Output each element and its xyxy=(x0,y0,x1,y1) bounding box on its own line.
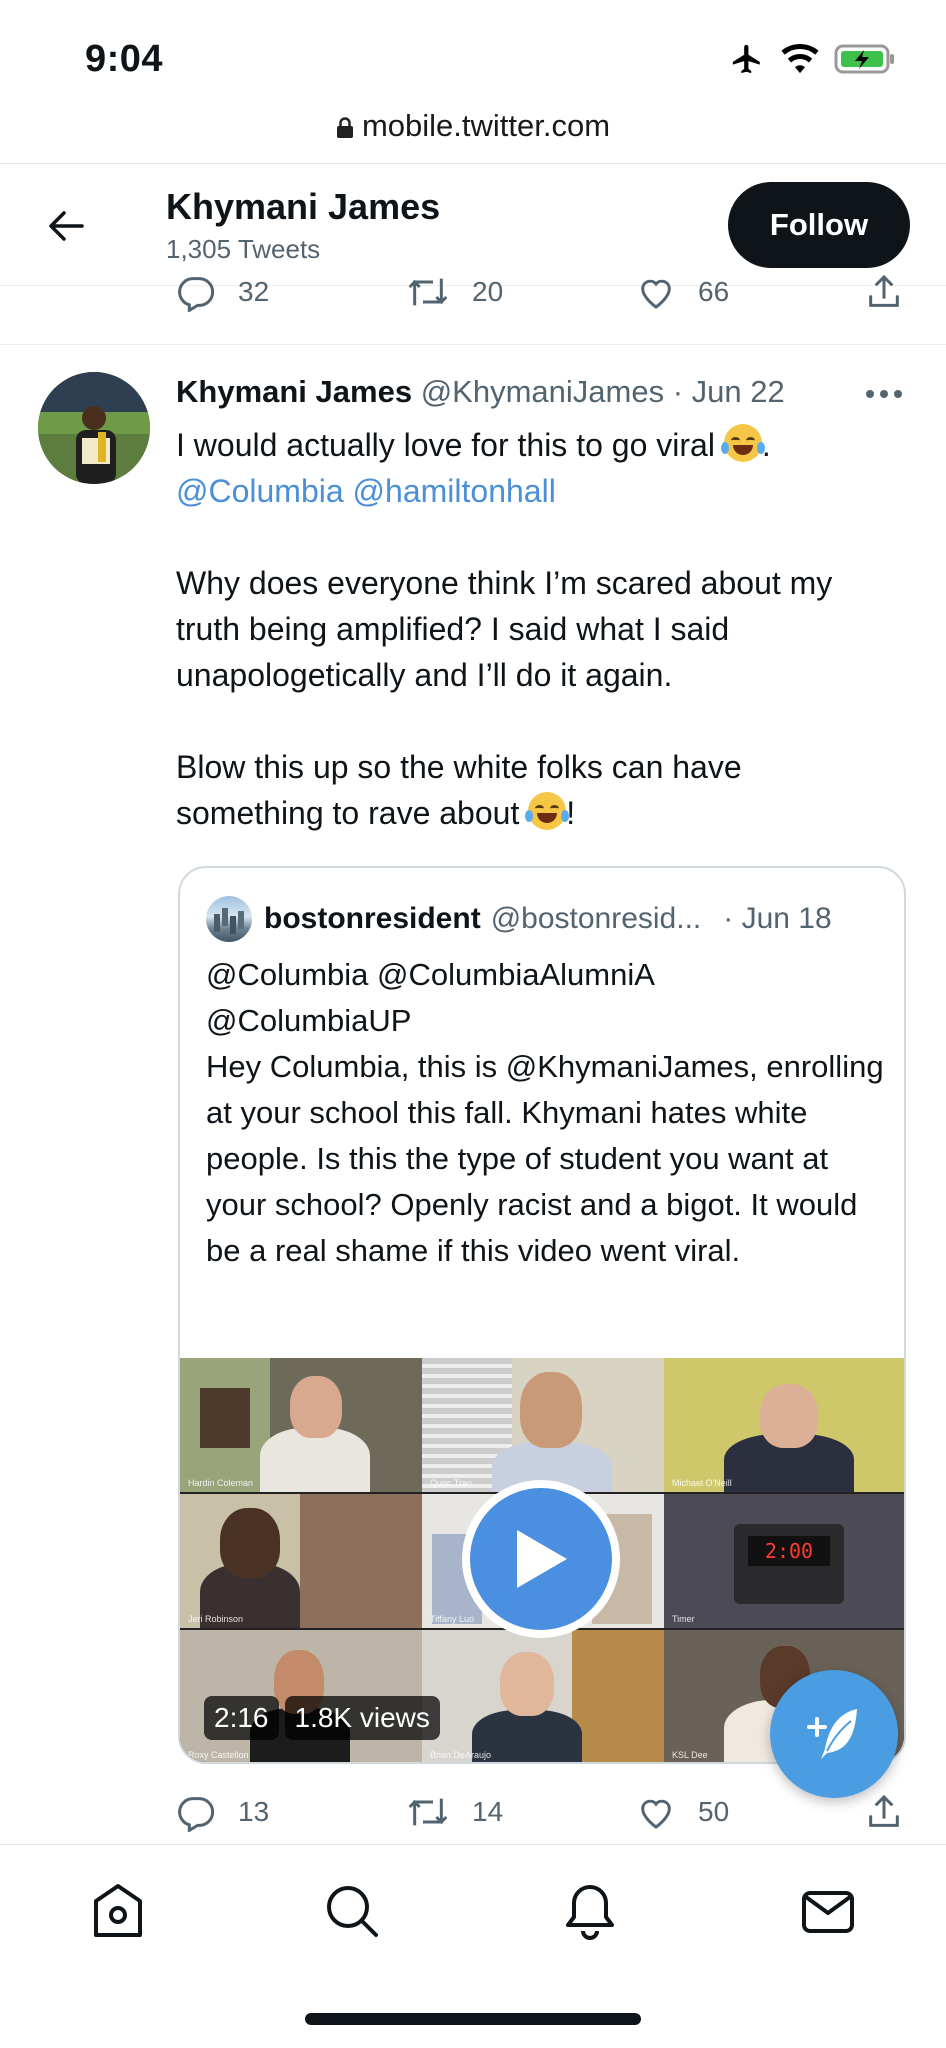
url-text: mobile.twitter.com xyxy=(361,108,611,143)
video-tile: Quoc Tran xyxy=(422,1358,664,1492)
reply-count: 32 xyxy=(238,276,270,307)
avatar-photo xyxy=(38,372,150,484)
back-arrow-icon[interactable] xyxy=(44,204,88,248)
bottom-navigation xyxy=(0,1844,946,2048)
participant-label: Timer xyxy=(672,1614,695,1624)
quoted-body: Hey Columbia, this is @KhymaniJames, enr… xyxy=(206,1049,884,1268)
author-avatar[interactable] xyxy=(38,372,150,484)
tweet-actions: 13 14 50 xyxy=(176,1792,906,1840)
home-indicator[interactable] xyxy=(305,2013,641,2025)
video-tile: Brian DeAraujo xyxy=(422,1630,664,1762)
play-icon xyxy=(517,1530,567,1588)
airplane-mode-icon xyxy=(732,44,760,74)
retweet-icon xyxy=(408,278,448,306)
reply-icon xyxy=(178,277,215,312)
notifications-icon[interactable] xyxy=(560,1881,620,1941)
participant-label: Jeri Robinson xyxy=(188,1614,244,1624)
more-icon[interactable] xyxy=(864,384,904,404)
share-icon xyxy=(869,274,899,307)
messages-icon[interactable] xyxy=(798,1881,858,1941)
video-duration: 2:16 xyxy=(204,1696,279,1740)
quoted-mentions-line-1: @Columbia @ColumbiaAlumniA xyxy=(206,957,655,992)
status-icons xyxy=(728,42,896,76)
quoted-tweet-card[interactable]: bostonresident @bostonresid... · Jun 18 … xyxy=(178,866,906,1764)
retweet-count: 14 xyxy=(472,1796,504,1827)
video-tile: Jeri Robinson xyxy=(180,1494,422,1628)
share-button[interactable] xyxy=(864,1792,926,1832)
quoted-tweet-header: bostonresident @bostonresid... · Jun 18 xyxy=(206,896,832,942)
quoted-tweet-text: @Columbia @ColumbiaAlumniA @ColumbiaUP H… xyxy=(206,952,886,1274)
wifi-icon xyxy=(781,44,819,74)
compose-icon xyxy=(807,1709,857,1759)
share-button[interactable] xyxy=(864,272,926,312)
participant-label: Tiffany Luo xyxy=(430,1614,475,1624)
tweet-header: Khymani James @KhymaniJames · Jun 22 xyxy=(176,374,785,410)
participant-label: Michael O'Neill xyxy=(672,1478,732,1488)
participant-label: Quoc Tran xyxy=(430,1478,473,1488)
tweet-author-name[interactable]: Khymani James xyxy=(176,374,412,409)
home-icon[interactable] xyxy=(88,1881,148,1941)
prev-tweet-actions: 32 20 66 xyxy=(176,272,906,320)
share-icon xyxy=(869,1794,899,1827)
play-button[interactable] xyxy=(462,1480,620,1638)
lock-icon xyxy=(336,117,353,138)
retweet-button[interactable]: 20 xyxy=(406,272,503,312)
tweet-divider xyxy=(0,344,946,345)
like-count: 50 xyxy=(698,1796,730,1827)
video-tile: Michael O'Neill xyxy=(664,1358,904,1492)
mention-columbia[interactable]: @Columbia xyxy=(176,473,344,509)
quoted-author-avatar xyxy=(206,896,252,942)
reply-icon xyxy=(178,1797,215,1832)
quoted-tweet-date: · Jun 18 xyxy=(723,902,832,935)
compose-tweet-button[interactable] xyxy=(770,1670,898,1798)
reply-count: 13 xyxy=(238,1796,270,1827)
profile-header: Khymani James 1,305 Tweets Follow xyxy=(0,163,946,286)
tears-of-joy-emoji-icon xyxy=(720,424,765,462)
tweet-paragraph-2: Why does everyone think I’m scared about… xyxy=(176,565,833,693)
video-meta: 2:16 1.8K views xyxy=(204,1696,440,1740)
participant-label: Roxy Castellon xyxy=(188,1750,249,1760)
participant-label: KSL Dee xyxy=(672,1750,708,1760)
like-icon xyxy=(641,1799,671,1829)
header-tweet-count: 1,305 Tweets xyxy=(166,234,321,264)
browser-url-bar[interactable]: mobile.twitter.com xyxy=(0,108,946,144)
tweet-text: I would actually love for this to go vir… xyxy=(176,422,896,836)
status-time: 9:04 xyxy=(85,38,164,80)
reply-button[interactable]: 32 xyxy=(176,272,269,312)
search-icon[interactable] xyxy=(322,1881,382,1941)
video-tile: Hardin Coleman xyxy=(180,1358,422,1492)
quoted-author-handle: @bostonresid... xyxy=(490,902,702,935)
header-profile-name: Khymani James xyxy=(166,186,441,227)
reply-button[interactable]: 13 xyxy=(176,1792,269,1832)
mention-hamiltonhall[interactable]: @hamiltonhall xyxy=(353,473,556,509)
status-bar: 9:04 xyxy=(0,0,946,110)
timer-display: 2:00 xyxy=(748,1536,830,1566)
tweet-author-handle[interactable]: @KhymaniJames xyxy=(421,374,664,409)
retweet-button[interactable]: 14 xyxy=(406,1792,503,1832)
like-icon xyxy=(641,279,671,309)
quoted-author-name: bostonresident xyxy=(264,902,481,935)
quoted-mentions-line-2: @ColumbiaUP xyxy=(206,1003,412,1038)
tweet-line-1: I would actually love for this to go vir… xyxy=(176,422,896,468)
tweet-paragraph-3: Blow this up so the white folks can have… xyxy=(176,749,742,831)
video-tile: 2:00 Timer xyxy=(664,1494,904,1628)
tears-of-joy-emoji-icon xyxy=(525,792,570,830)
like-button[interactable]: 50 xyxy=(636,1792,729,1832)
retweet-icon xyxy=(408,1798,448,1826)
tweet-date[interactable]: · Jun 22 xyxy=(673,374,785,409)
participant-label: Hardin Coleman xyxy=(188,1478,254,1488)
retweet-count: 20 xyxy=(472,276,504,307)
like-count: 66 xyxy=(698,276,730,307)
battery-icon xyxy=(834,44,894,74)
participant-label: Brian DeAraujo xyxy=(430,1750,492,1760)
follow-button[interactable]: Follow xyxy=(728,182,910,268)
video-views: 1.8K views xyxy=(284,1696,440,1740)
like-button[interactable]: 66 xyxy=(636,272,729,312)
